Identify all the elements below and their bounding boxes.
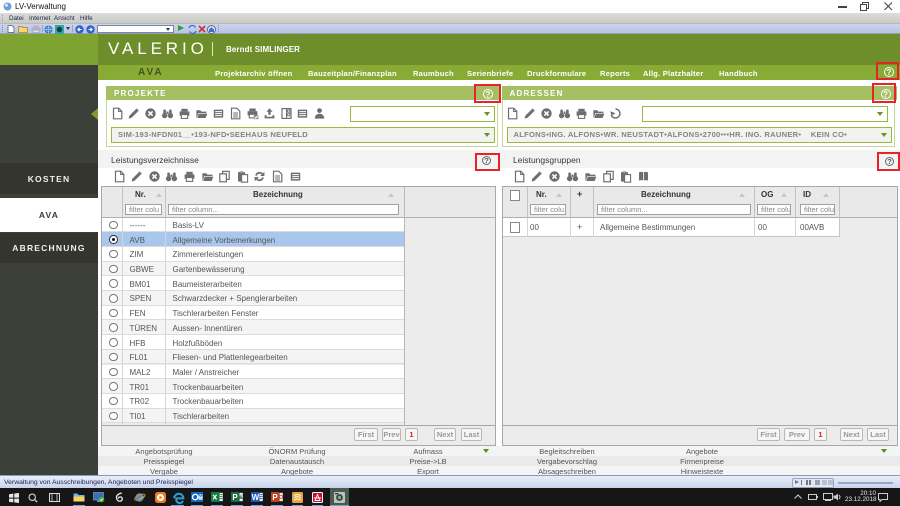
svg-text:P: P	[272, 493, 278, 502]
svg-text:P: P	[232, 493, 238, 502]
svg-text:W: W	[252, 493, 260, 502]
